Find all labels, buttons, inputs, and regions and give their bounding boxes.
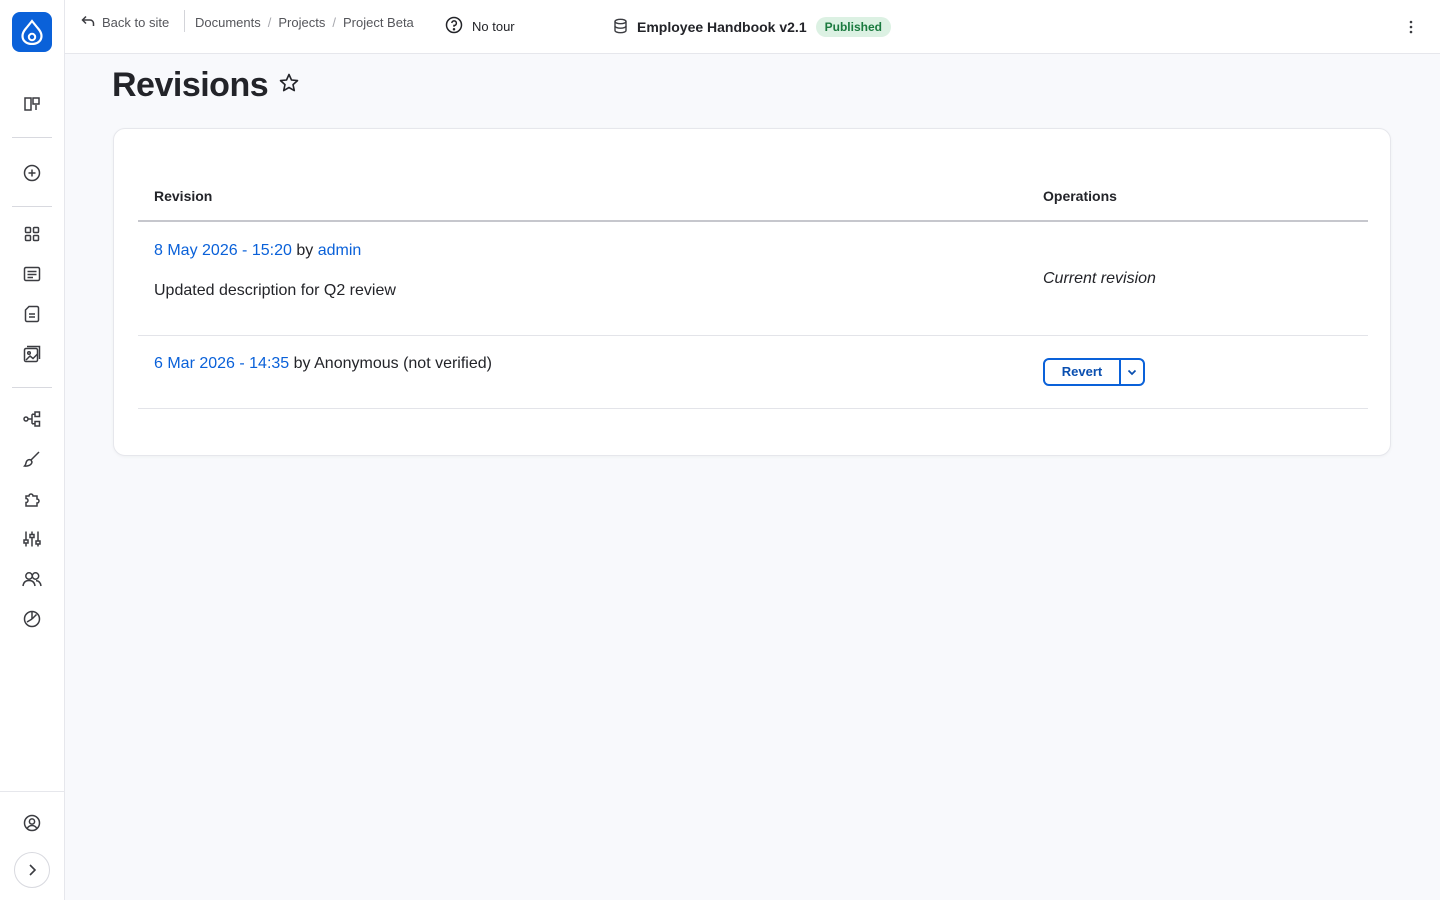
column-header-operations: Operations [1027, 175, 1368, 222]
add-content-icon[interactable] [20, 161, 44, 185]
admin-sidebar [0, 0, 65, 900]
drupal-logo-icon[interactable] [12, 12, 52, 52]
revision-cell: 6 Mar 2026 - 14:35 by Anonymous (not ver… [138, 335, 1027, 409]
breadcrumb: Documents / Projects / Project Beta [195, 12, 414, 32]
revert-dropbutton: Revert [1043, 357, 1145, 386]
help-circle-icon [445, 16, 463, 37]
revision-date-link[interactable]: 6 Mar 2026 - 14:35 [154, 355, 289, 372]
operations-cell: Current revision [1027, 221, 1368, 336]
expand-sidebar-icon[interactable] [14, 852, 50, 888]
column-header-revision: Revision [138, 175, 1027, 222]
revision-by-label: by [296, 242, 314, 259]
top-bar: Back to site Documents / Projects / Proj… [65, 0, 1440, 54]
revision-author-link[interactable]: admin [318, 242, 362, 259]
people-icon[interactable] [20, 567, 44, 591]
sidebar-footer-divider [0, 791, 64, 792]
topbar-divider [184, 10, 185, 32]
document-title-text: Employee Handbook v2.1 [637, 19, 807, 35]
breadcrumb-documents[interactable]: Documents [195, 15, 261, 30]
table-header-row: Revision Operations [138, 175, 1368, 222]
shortcuts-icon[interactable] [20, 92, 44, 116]
sidebar-divider [12, 137, 52, 138]
document-title: Employee Handbook v2.1 Published [613, 16, 891, 38]
more-actions-icon[interactable] [1401, 15, 1421, 39]
revisions-card: Revision Operations 8 May 2026 - 15:20 b… [113, 128, 1391, 456]
user-account-icon[interactable] [20, 811, 44, 835]
back-to-site-label: Back to site [102, 14, 170, 30]
breadcrumb-separator: / [267, 14, 272, 30]
dropbutton-toggle[interactable] [1119, 359, 1143, 384]
database-icon [613, 18, 628, 37]
current-revision-label: Current revision [1043, 270, 1156, 287]
revision-by-label: by [293, 354, 311, 372]
operations-cell: Revert [1027, 335, 1368, 409]
table-row: 8 May 2026 - 15:20 by admin Updated desc… [138, 221, 1368, 336]
back-arrow-icon [81, 15, 95, 30]
revisions-table: Revision Operations 8 May 2026 - 15:20 b… [138, 175, 1368, 409]
table-row: 6 Mar 2026 - 14:35 by Anonymous (not ver… [138, 335, 1368, 409]
tour-button[interactable]: No tour [445, 16, 515, 36]
revision-cell: 8 May 2026 - 15:20 by admin Updated desc… [138, 221, 1027, 336]
structure-icon[interactable] [20, 407, 44, 431]
chevron-down-icon [1127, 363, 1137, 381]
back-to-site-link[interactable]: Back to site [81, 12, 169, 32]
revision-author: Anonymous (not verified) [314, 354, 492, 372]
revision-info: 8 May 2026 - 15:20 by admin [154, 222, 1011, 261]
revert-button[interactable]: Revert [1045, 360, 1119, 384]
revision-info: 6 Mar 2026 - 14:35 by Anonymous (not ver… [154, 336, 1011, 374]
favorite-star-icon[interactable] [278, 72, 300, 99]
content-icon[interactable] [20, 262, 44, 286]
status-badge: Published [815, 17, 891, 37]
appearance-icon[interactable] [20, 447, 44, 471]
reports-icon[interactable] [20, 607, 44, 631]
sidebar-divider [12, 206, 52, 207]
revision-log-message: Updated description for Q2 review [154, 282, 396, 299]
configuration-icon[interactable] [20, 527, 44, 551]
tour-label: No tour [472, 18, 515, 34]
revision-date-link[interactable]: 8 May 2026 - 15:20 [154, 242, 292, 259]
files-icon[interactable] [20, 302, 44, 326]
page-title: Revisions [112, 66, 269, 104]
breadcrumb-projects[interactable]: Projects [278, 15, 325, 30]
sidebar-divider [12, 387, 52, 388]
breadcrumb-project-beta[interactable]: Project Beta [343, 15, 414, 30]
dashboard-icon[interactable] [20, 222, 44, 246]
media-icon[interactable] [20, 342, 44, 366]
extend-icon[interactable] [20, 487, 44, 511]
breadcrumb-separator: / [332, 14, 336, 30]
page-header: Revisions [112, 66, 300, 105]
